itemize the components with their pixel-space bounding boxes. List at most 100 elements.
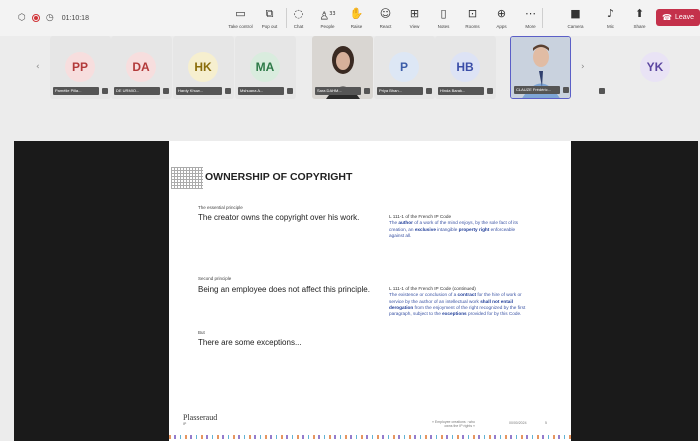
- meeting-status: ⬡ ◷ 01:10:18: [0, 0, 89, 36]
- toolbar-item-label: Chat: [293, 23, 304, 29]
- pop-out-icon: ⧉: [265, 6, 274, 20]
- toolbar-camera-button[interactable]: ■ Camera: [561, 0, 590, 36]
- apps-icon: ⊕: [496, 6, 507, 20]
- toolbar-item-label: Raise: [350, 23, 363, 29]
- principle2-text: Being an employee does not affect this p…: [198, 285, 370, 294]
- participant-avatar: MA: [250, 52, 280, 82]
- participant-tile[interactable]: CLAUZE Frédéric...: [510, 36, 571, 99]
- quote1-emph: exclusive: [414, 226, 436, 232]
- toolbar-item-label: Apps: [496, 23, 507, 29]
- phone-hangup-icon: ☎: [661, 13, 672, 22]
- participant-avatar: HK: [188, 52, 218, 82]
- toolbar-share-button[interactable]: ⬆ Share: [625, 0, 654, 36]
- toolbar-actions: ▭ Take control ⧉ Pop out ◌ Chat ♙33 People ✋ Rais…: [226, 0, 654, 36]
- share-icon: ⬆: [634, 6, 645, 20]
- chevron-right-icon[interactable]: ›: [581, 62, 585, 72]
- toolbar-item-label: Pop out: [261, 23, 278, 29]
- leave-button[interactable]: ☎ Leave: [656, 9, 700, 26]
- shared-slide: OWNERSHIP OF COPYRIGHT The essential pri…: [169, 141, 571, 441]
- recording-icon: [31, 14, 40, 22]
- mic-muted-icon: [364, 88, 370, 94]
- mic-muted-icon: [426, 88, 432, 94]
- quote1: L 111-1 of the French IP Code The author…: [389, 214, 529, 239]
- footer-meta-line: owns the IP rights »: [444, 424, 475, 428]
- toolbar-take-control-button[interactable]: ▭ Take control: [226, 0, 255, 36]
- principle2-label: Second principle: [198, 276, 232, 281]
- chevron-left-icon[interactable]: ‹: [36, 62, 40, 72]
- toolbar-item-label: Rooms: [465, 23, 480, 29]
- toolbar-item-label: Notes: [437, 23, 450, 29]
- chat-icon: ◌: [293, 6, 304, 20]
- but-text: There are some exceptions...: [198, 338, 302, 347]
- quote1-text: The: [389, 220, 399, 226]
- take-control-icon: ▭: [235, 6, 246, 20]
- camera-icon: ■: [570, 6, 581, 20]
- principle1-label: The essential principle: [198, 205, 243, 210]
- toolbar-item-label: Mic: [607, 23, 614, 29]
- participant-avatar: PP: [65, 52, 95, 82]
- toolbar-pop-out-button[interactable]: ⧉ Pop out: [255, 0, 284, 36]
- toolbar-item-label: Camera: [567, 23, 584, 29]
- react-icon: ☺: [379, 6, 392, 20]
- mic-muted-icon: [599, 88, 605, 94]
- mic-muted-icon: [487, 88, 493, 94]
- toolbar-divider: [542, 8, 543, 28]
- toolbar-item-label: Take control: [228, 23, 253, 29]
- toolbar-more-button[interactable]: ⋯ More: [516, 0, 545, 36]
- footer-decoration: [169, 435, 571, 439]
- participant-tile[interactable]: PP Pamélie Pilla...: [50, 36, 111, 99]
- toolbar-react-button[interactable]: ☺ React: [371, 0, 400, 36]
- principle1-text: The creator owns the copyright over his …: [198, 213, 360, 222]
- toolbar-notes-button[interactable]: ▯ Notes: [429, 0, 458, 36]
- participant-name: Mshuana A...: [238, 87, 284, 95]
- mic-muted-icon: [563, 87, 569, 93]
- participant-tile[interactable]: DA DE URMIO...: [111, 36, 172, 99]
- toolbar-item-label: React: [379, 23, 392, 29]
- participant-tile[interactable]: HK Hardy Khuw...: [173, 36, 234, 99]
- participant-tile[interactable]: YK: [596, 36, 700, 99]
- quote2-text: provided for by this Code.: [466, 311, 522, 317]
- mic-muted-icon: [225, 88, 231, 94]
- toolbar-item-label: View: [409, 23, 420, 29]
- clock-icon: ◷: [45, 13, 54, 23]
- participant-tile[interactable]: Sara DAHM...: [312, 36, 373, 99]
- footer-meta: « Employee creations : who owns the IP r…: [432, 420, 475, 428]
- meeting-timer: 01:10:18: [61, 14, 89, 22]
- slide-title: OWNERSHIP OF COPYRIGHT: [205, 171, 353, 183]
- participant-tile[interactable]: MA Mshuana A...: [235, 36, 296, 99]
- mic-muted-icon: [163, 88, 169, 94]
- participant-name: Hinda Barak...: [438, 87, 484, 95]
- mic-muted-icon: [102, 88, 108, 94]
- footer-page-number: 5: [545, 421, 547, 425]
- meeting-toolbar: ⬡ ◷ 01:10:18 ▭ Take control ⧉ Pop out ◌ Chat ♙…: [0, 0, 700, 36]
- raise-hand-icon: ✋: [349, 6, 364, 20]
- participant-tile[interactable]: HB Hinda Barak...: [435, 36, 496, 99]
- participant-name: Priya Bhan...: [377, 87, 423, 95]
- participant-tile[interactable]: P Priya Bhan...: [374, 36, 435, 99]
- toolbar-item-label: Share: [633, 23, 646, 29]
- toolbar-view-button[interactable]: ⊞ View: [400, 0, 429, 36]
- toolbar-people-button[interactable]: ♙33 People: [313, 0, 342, 36]
- toolbar-apps-button[interactable]: ⊕ Apps: [487, 0, 516, 36]
- shield-icon: ⬡: [18, 13, 26, 23]
- quote1-text: intangible: [435, 226, 459, 232]
- but-label: But: [198, 330, 205, 335]
- leave-label: Leave: [674, 14, 695, 21]
- slide-logo-icon: [171, 167, 203, 189]
- quote2-emph: exceptions: [442, 311, 467, 317]
- notes-icon: ▯: [440, 6, 447, 20]
- toolbar-raise-hand-button[interactable]: ✋ Raise: [342, 0, 371, 36]
- toolbar-chat-button[interactable]: ◌ Chat: [284, 0, 313, 36]
- quote1-emph: property right: [458, 226, 490, 232]
- view-icon: ⊞: [409, 6, 420, 20]
- toolbar-mic-button[interactable]: ♪ Mic: [596, 0, 625, 36]
- quote2-emph: contract: [457, 292, 477, 298]
- toolbar-rooms-button[interactable]: ⊡ Rooms: [458, 0, 487, 36]
- footer-logo: Plasseraud IP: [183, 413, 217, 426]
- participant-name: Hardy Khuw...: [176, 87, 222, 95]
- footer-logo-text: Plasseraud: [183, 413, 218, 422]
- rooms-icon: ⊡: [467, 6, 478, 20]
- mic-icon: ♪: [606, 6, 615, 20]
- quote2: L 111-1 of the French IP Code (continued…: [389, 286, 534, 317]
- participant-name: CLAUZE Frédéric...: [514, 86, 560, 94]
